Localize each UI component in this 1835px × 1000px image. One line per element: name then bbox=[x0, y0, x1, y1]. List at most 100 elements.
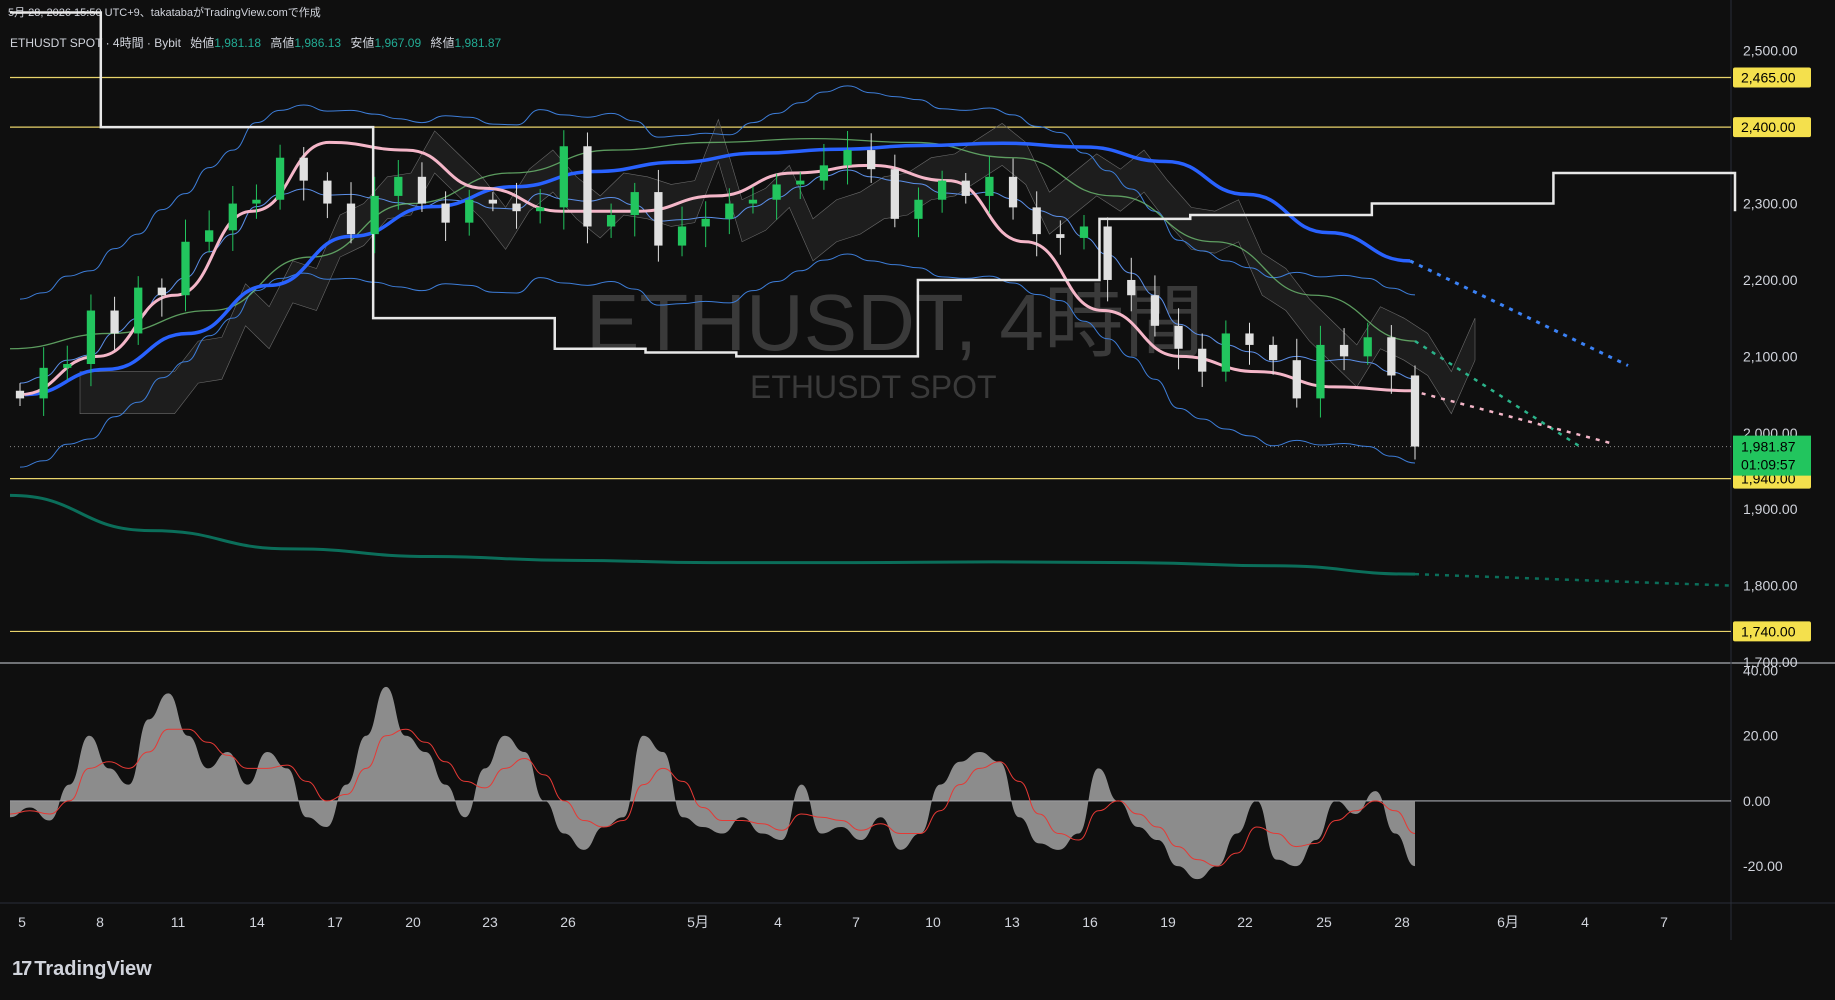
ma-mid-projection bbox=[1411, 389, 1616, 446]
ma-slow-projection bbox=[1409, 259, 1629, 367]
candle[interactable] bbox=[346, 182, 356, 244]
candle-body bbox=[346, 203, 356, 235]
candle[interactable] bbox=[1245, 322, 1254, 365]
candle[interactable] bbox=[63, 345, 72, 381]
candle[interactable] bbox=[110, 296, 119, 351]
footer-bar bbox=[0, 940, 1835, 1000]
candle-body bbox=[772, 184, 781, 200]
candle[interactable] bbox=[205, 210, 214, 253]
candle-body bbox=[1032, 207, 1041, 235]
candle-body bbox=[536, 207, 545, 212]
price-tick-label: 2,200.00 bbox=[1743, 272, 1798, 288]
price-tick-label: 2,100.00 bbox=[1743, 348, 1798, 364]
price-tick-label: 1,800.00 bbox=[1743, 578, 1798, 594]
price-tick-label: 1,900.00 bbox=[1743, 501, 1798, 517]
candle-body bbox=[701, 218, 710, 227]
candle-body bbox=[1410, 375, 1420, 447]
candle-body bbox=[465, 199, 474, 223]
last-price-label: 1,981.87 bbox=[1741, 439, 1796, 455]
time-tick-label: 25 bbox=[1316, 914, 1332, 930]
time-tick-label: 4 bbox=[774, 914, 782, 930]
candle[interactable] bbox=[1221, 320, 1230, 382]
candle-body bbox=[890, 169, 899, 219]
candle-body bbox=[583, 146, 592, 227]
candle[interactable] bbox=[701, 201, 710, 248]
candle[interactable] bbox=[1410, 365, 1420, 460]
candle[interactable] bbox=[1079, 215, 1089, 250]
candle-body bbox=[252, 199, 261, 204]
candle-body bbox=[1056, 234, 1065, 238]
candle[interactable] bbox=[134, 276, 143, 345]
ma-long-line[interactable] bbox=[9, 493, 1416, 576]
candle-body bbox=[417, 176, 427, 204]
candle-body bbox=[1008, 176, 1018, 208]
candle[interactable] bbox=[1292, 338, 1301, 408]
candle[interactable] bbox=[559, 130, 568, 230]
candle-body bbox=[1363, 337, 1372, 357]
candle-body bbox=[606, 215, 616, 227]
time-tick-label: 28 bbox=[1394, 914, 1410, 930]
candle-body bbox=[1292, 360, 1301, 399]
time-tick-label: 20 bbox=[405, 914, 421, 930]
countdown-label: 01:09:57 bbox=[1741, 457, 1796, 473]
tradingview-logo[interactable]: 17 TradingView bbox=[12, 958, 152, 981]
osc-tick-label: 40.00 bbox=[1743, 663, 1778, 679]
candle[interactable] bbox=[39, 347, 48, 416]
osc-tick-label: 20.00 bbox=[1743, 728, 1778, 744]
osc-histogram-area[interactable] bbox=[10, 686, 1415, 880]
candle-body bbox=[157, 287, 167, 296]
candle-body bbox=[843, 150, 852, 166]
time-tick-label: 5月 bbox=[687, 914, 709, 930]
candle-body bbox=[512, 203, 521, 212]
candle-body bbox=[205, 230, 214, 242]
candle[interactable] bbox=[181, 219, 190, 312]
candle-body bbox=[488, 199, 498, 204]
candle[interactable] bbox=[15, 383, 25, 407]
time-tick-label: 8 bbox=[96, 914, 104, 930]
candle-body bbox=[1150, 295, 1160, 326]
price-tick-label: 2,500.00 bbox=[1743, 43, 1798, 59]
candle-body bbox=[1079, 226, 1089, 238]
candle-body bbox=[1103, 226, 1112, 280]
candle[interactable] bbox=[323, 172, 332, 219]
price-tick-label: 2,300.00 bbox=[1743, 196, 1798, 212]
candle-body bbox=[1339, 344, 1349, 357]
time-tick-label: 6月 bbox=[1497, 914, 1519, 930]
time-tick-label: 16 bbox=[1082, 914, 1098, 930]
level-tag-label: 1,740.00 bbox=[1741, 623, 1796, 639]
time-tick-label: 5 bbox=[18, 914, 26, 930]
candle-body bbox=[110, 310, 119, 334]
candle-body bbox=[677, 226, 687, 246]
candle[interactable] bbox=[228, 185, 237, 251]
time-tick-label: 10 bbox=[925, 914, 941, 930]
candle-body bbox=[1316, 344, 1325, 399]
candle-body bbox=[39, 367, 48, 399]
candle-body bbox=[370, 195, 379, 235]
time-axis[interactable]: 5 8 11 14 17 20 23 26 5月 4 7 10 13 16 19 22 25 28 6月 4 7 bbox=[18, 914, 1668, 930]
candle-body bbox=[985, 176, 994, 196]
candle[interactable] bbox=[1268, 336, 1278, 375]
time-tick-label: 23 bbox=[482, 914, 498, 930]
candle-body bbox=[63, 364, 72, 368]
price-axis[interactable]: 2,500.00 2,400.00 2,300.00 2,200.00 2,100.00… bbox=[1733, 43, 1811, 874]
candle-body bbox=[1221, 333, 1230, 372]
candle-body bbox=[1127, 279, 1136, 296]
candle[interactable] bbox=[252, 184, 261, 219]
candle-body bbox=[299, 157, 308, 181]
candle-body bbox=[725, 203, 734, 219]
candle-body bbox=[914, 199, 923, 219]
candle-body bbox=[181, 241, 190, 296]
ma-long-projection bbox=[1414, 572, 1732, 587]
candle-body bbox=[134, 287, 143, 334]
time-tick-label: 11 bbox=[171, 914, 186, 930]
candle-body bbox=[1174, 325, 1183, 349]
time-tick-label: 19 bbox=[1160, 914, 1176, 930]
oscillator-pane[interactable] bbox=[9, 686, 1731, 880]
time-tick-label: 14 bbox=[249, 914, 265, 930]
candle-body bbox=[394, 176, 403, 196]
candle[interactable] bbox=[890, 154, 899, 228]
time-tick-label: 4 bbox=[1581, 914, 1589, 930]
level-tag-label: 2,400.00 bbox=[1741, 119, 1796, 135]
price-chart[interactable]: ETHUSDT, 4時間 ETHUSDT SPOT 2,500.002,400.… bbox=[0, 0, 1835, 940]
candle-body bbox=[1387, 337, 1396, 376]
